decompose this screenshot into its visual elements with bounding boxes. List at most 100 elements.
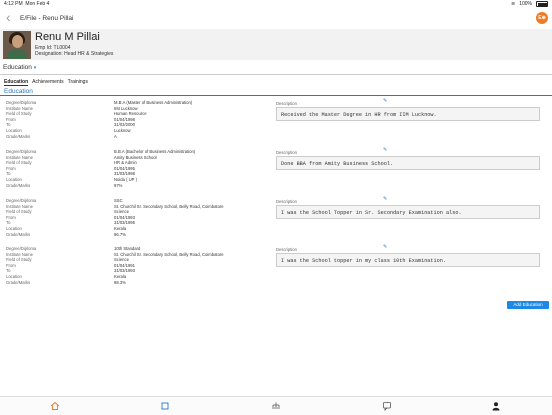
chevron-down-icon: ▾ <box>33 65 37 71</box>
wifi-icon: ≋ <box>511 1 516 7</box>
field-value: B.B.A (Bachelor of Business Administrati… <box>114 149 196 154</box>
avatar <box>3 31 31 59</box>
field-label: Degree/Diploma <box>6 246 37 251</box>
field-label: Institute Name <box>6 251 33 257</box>
status-bar: 4:12 PM Mon Feb 4 ≋ 100% <box>0 0 552 8</box>
edit-pencil-icon[interactable]: ✎ <box>383 98 387 104</box>
field-label: To <box>6 268 11 274</box>
efile-badge-button[interactable]: E⊕ <box>536 12 548 24</box>
section-selector[interactable]: Education ▾ <box>3 64 36 71</box>
field-value: SSC <box>114 198 123 203</box>
field-label: Grade/Marks <box>6 133 31 139</box>
field-label: From <box>6 262 16 268</box>
field-value: 01/04/1993 <box>114 214 135 220</box>
field-value: IIM Lucknow <box>114 105 138 111</box>
field-value: HR & Admin <box>114 160 137 166</box>
navigation-bar: ‹ E/File - Renu Pillai E⊕ <box>0 8 552 28</box>
field-value: Science <box>114 209 129 215</box>
edit-pencil-icon[interactable]: ✎ <box>383 244 387 250</box>
description-label: Description <box>276 150 297 155</box>
back-chevron-icon[interactable]: ‹ <box>6 10 11 24</box>
status-time: 4:12 PM Mon Feb 4 <box>4 1 50 7</box>
field-value: Science <box>114 257 129 263</box>
field-label: Field of Study <box>6 111 32 117</box>
field-label: From <box>6 165 16 171</box>
description-field[interactable]: I was the School Topper in Sr. Secondary… <box>276 205 540 219</box>
field-label: Location <box>6 177 22 182</box>
education-record: Degree/Diploma SSC Institute Name St. Churc… <box>0 196 552 246</box>
field-label: To <box>6 171 11 177</box>
field-value: 31/03/2000 <box>114 122 135 128</box>
field-label: Degree/Diploma <box>6 198 37 203</box>
field-label: Field of Study <box>6 257 32 263</box>
field-value: 98.3% <box>114 279 126 285</box>
field-label: Grade/Marks <box>6 182 31 188</box>
section-title: Education <box>3 64 32 71</box>
field-label: Location <box>6 274 22 279</box>
field-label: Institute Name <box>6 105 33 111</box>
field-label: To <box>6 220 11 226</box>
bottom-tab-bar <box>0 396 552 415</box>
battery-percent: 100% <box>519 1 532 7</box>
field-label: Field of Study <box>6 160 32 166</box>
tab-bar: Education Achievements Trainings <box>4 79 88 86</box>
field-value: 31/03/1995 <box>114 220 135 226</box>
field-label: From <box>6 116 16 122</box>
field-label: Institute Name <box>6 203 33 209</box>
square-icon[interactable] <box>160 401 170 411</box>
description-field[interactable]: Received the Master Degree in HR from II… <box>276 107 540 121</box>
field-value: A <box>114 133 117 139</box>
field-value: 97% <box>114 182 123 188</box>
field-value: 31/03/1998 <box>114 171 135 177</box>
field-label: Field of Study <box>6 209 32 215</box>
field-label: Degree/Diploma <box>6 100 37 105</box>
field-value: St. Churchil Sr. Secondary School, Belly… <box>114 251 224 257</box>
field-value: 01/04/1998 <box>114 116 135 122</box>
person-icon[interactable] <box>491 401 501 411</box>
field-value: St. Churchil Sr. Secondary School, Belly… <box>114 203 224 209</box>
education-subheading: Education <box>4 88 33 95</box>
tab-education[interactable]: Education <box>4 79 29 86</box>
chat-icon[interactable] <box>382 401 392 411</box>
home-icon[interactable] <box>50 401 60 411</box>
edit-pencil-icon[interactable]: ✎ <box>383 196 387 202</box>
education-record: Degree/Diploma 10th Standard Institute Nam… <box>0 244 552 294</box>
field-value: Kerala <box>114 274 127 279</box>
field-label: To <box>6 122 11 128</box>
description-field[interactable]: I was the School topper in my class 10th… <box>276 253 540 267</box>
field-value: Human Resource <box>114 111 147 117</box>
description-field[interactable]: Done BBA from Amity Business School. <box>276 156 540 170</box>
field-label: Institute Name <box>6 154 33 160</box>
education-record: Degree/Diploma B.B.A (Bachelor of Busines… <box>0 147 552 197</box>
battery-icon <box>536 1 548 7</box>
field-value: 10th Standard <box>114 246 141 251</box>
field-value: 01/04/1991 <box>114 262 135 268</box>
field-label: Grade/Marks <box>6 231 31 237</box>
education-record: Degree/Diploma M.B.A (Master of Business … <box>0 98 552 148</box>
field-label: Location <box>6 226 22 231</box>
profile-header: Renu M Pillai Emp Id: TL0004 Designation… <box>0 29 552 60</box>
field-value: Kerala <box>114 226 127 231</box>
field-value: 96.7% <box>114 231 126 237</box>
page-title: E/File - Renu Pillai <box>20 15 74 22</box>
description-label: Description <box>276 101 297 106</box>
field-label: Degree/Diploma <box>6 149 37 154</box>
field-value: 31/03/1993 <box>114 268 135 274</box>
edit-pencil-icon[interactable]: ✎ <box>383 147 387 153</box>
designation: Designation: Head HR & Strategies <box>35 51 114 57</box>
field-label: Grade/Marks <box>6 279 31 285</box>
description-label: Description <box>276 199 297 204</box>
description-label: Description <box>276 247 297 252</box>
org-chart-icon[interactable] <box>271 401 281 411</box>
field-value: 01/04/1995 <box>114 165 135 171</box>
divider <box>0 74 552 75</box>
field-label: From <box>6 214 16 220</box>
field-label: Location <box>6 128 22 133</box>
field-value: Noida ( UP ) <box>114 177 137 182</box>
field-value: M.B.A (Master of Business Administration… <box>114 100 193 105</box>
profile-name: Renu M Pillai <box>35 31 100 43</box>
tab-trainings[interactable]: Trainings <box>68 79 88 86</box>
field-value: Amity Business School <box>114 154 157 160</box>
tab-achievements[interactable]: Achievements <box>32 79 63 86</box>
add-education-button[interactable]: Add Education <box>507 301 549 309</box>
